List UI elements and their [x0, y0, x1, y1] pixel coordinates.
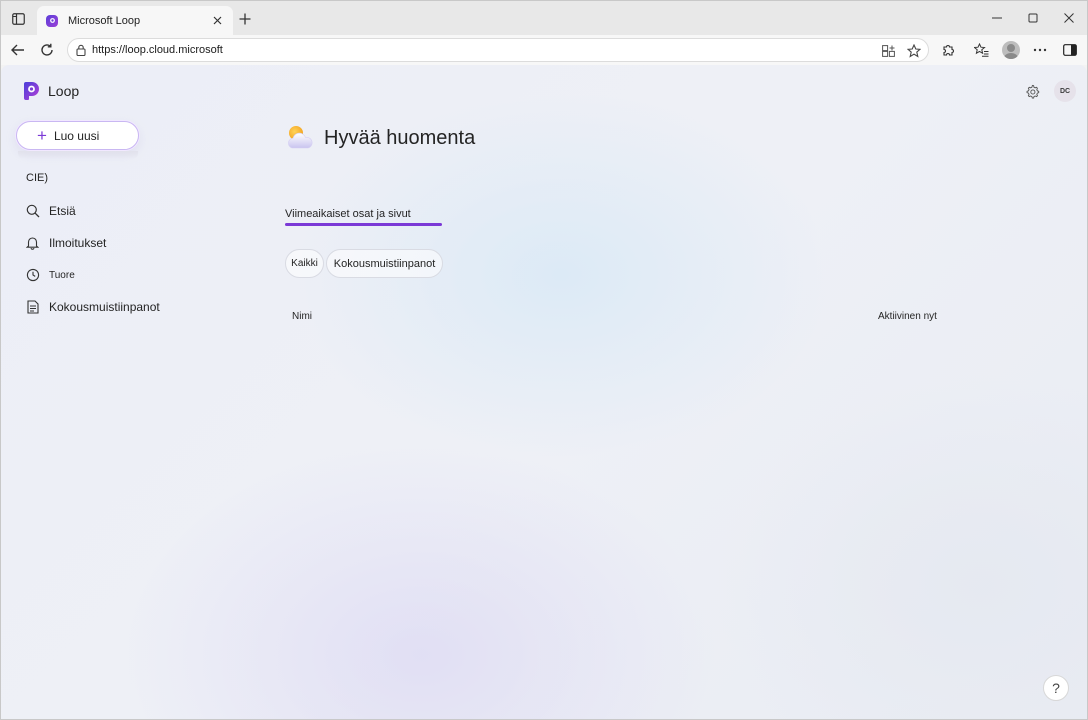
sidebar-toggle-icon: [11, 13, 25, 25]
tab-close-button[interactable]: [209, 13, 225, 29]
refresh-icon: [41, 43, 53, 56]
tab-title: Microsoft Loop: [68, 14, 141, 27]
sidebar-item-label: Etsiä: [49, 204, 76, 218]
extensions-button[interactable]: [937, 39, 959, 61]
sidebar-item-search[interactable]: Etsiä: [25, 201, 76, 221]
loop-brand[interactable]: Loop: [21, 81, 79, 101]
split-pane-icon: [1063, 44, 1077, 56]
sidebar-pane-button[interactable]: [1059, 39, 1081, 61]
tab-actions-button[interactable]: [7, 8, 29, 30]
filter-meeting-notes-button[interactable]: Kokousmuistiinpanot: [326, 249, 443, 278]
address-bar[interactable]: https://loop.cloud.microsoft: [67, 38, 929, 62]
greeting-header: Hyvää huomenta: [285, 123, 475, 153]
sidebar-item-recent[interactable]: Tuore: [25, 265, 75, 285]
profile-avatar-icon: [1002, 41, 1020, 59]
app-name: Loop: [48, 83, 80, 99]
close-icon: [213, 16, 221, 25]
minimize-button[interactable]: [984, 7, 1010, 29]
url-text: https://loop.cloud.microsoft: [92, 44, 223, 56]
sidebar-item-label: Kokousmuistiinpanot: [49, 300, 160, 314]
create-new-button[interactable]: + Luo uusi: [16, 121, 139, 150]
lock-icon: [76, 44, 86, 56]
back-button[interactable]: [7, 39, 29, 61]
star-icon: [907, 44, 921, 58]
gear-icon: [1026, 84, 1039, 99]
tab-label: Viimeaikaiset osat ja sivut: [285, 208, 411, 220]
column-header-name[interactable]: Nimi: [292, 311, 312, 322]
help-button[interactable]: ?: [1043, 675, 1069, 701]
puzzle-icon: [943, 45, 954, 56]
user-avatar[interactable]: DC: [1054, 80, 1076, 102]
column-header-active-now[interactable]: Aktiivinen nyt: [878, 311, 937, 322]
sidebar-item-label: Ilmoitukset: [49, 236, 107, 250]
favorites-list-icon: [973, 43, 988, 57]
close-icon: [1064, 13, 1074, 23]
settings-button[interactable]: [1022, 81, 1042, 101]
search-icon: [25, 204, 40, 219]
notes-icon: [25, 300, 40, 315]
app-grid-icon: [881, 45, 895, 57]
browser-window: Microsoft Loop https://loop.cloud.micros…: [0, 0, 1088, 720]
profile-button[interactable]: [1000, 39, 1022, 61]
filter-all-button[interactable]: Kaikki: [285, 249, 324, 278]
filter-label: Kaikki: [291, 258, 318, 269]
minimize-icon: [992, 17, 1002, 19]
greeting-text: Hyvää huomenta: [324, 126, 476, 149]
create-new-label: Luo uusi: [53, 128, 100, 143]
active-tab-indicator: [285, 223, 442, 226]
more-horizontal-icon: [1033, 48, 1047, 52]
workspace-label: CIE): [26, 172, 48, 184]
sidebar-item-label: Tuore: [49, 269, 75, 281]
tab-recent-components[interactable]: Viimeaikaiset osat ja sivut: [285, 204, 411, 222]
tab-microsoft-loop[interactable]: Microsoft Loop: [37, 6, 233, 35]
close-window-button[interactable]: [1056, 7, 1082, 29]
more-menu-button[interactable]: [1029, 39, 1051, 61]
clock-icon: [25, 268, 40, 283]
reader-view-button[interactable]: [879, 42, 897, 60]
favorites-button[interactable]: [970, 39, 992, 61]
loop-favicon-icon: [46, 14, 58, 27]
sidebar-item-notifications[interactable]: Ilmoitukset: [25, 233, 106, 253]
loop-logo-icon: [24, 82, 39, 100]
favorite-star-button[interactable]: [905, 42, 923, 60]
maximize-icon: [1028, 13, 1038, 23]
plus-icon: +: [37, 126, 47, 145]
filter-label: Kokousmuistiinpanot: [333, 257, 436, 270]
create-button-shadow: [18, 151, 138, 159]
weather-sun-cloud-icon: [288, 126, 313, 149]
browser-toolbar: https://loop.cloud.microsoft: [1, 35, 1087, 65]
refresh-button[interactable]: [36, 39, 58, 61]
loop-app-page: Loop DC + Luo uusi CIE) Etsiä Ilmoitukse…: [1, 65, 1087, 719]
arrow-left-icon: [11, 44, 24, 56]
bell-icon: [25, 236, 40, 251]
plus-icon: [239, 13, 251, 25]
tab-strip: Microsoft Loop: [1, 1, 1087, 35]
maximize-button[interactable]: [1020, 7, 1046, 29]
sidebar-item-meeting-notes[interactable]: Kokousmuistiinpanot: [25, 297, 160, 317]
new-tab-button[interactable]: [235, 9, 255, 29]
